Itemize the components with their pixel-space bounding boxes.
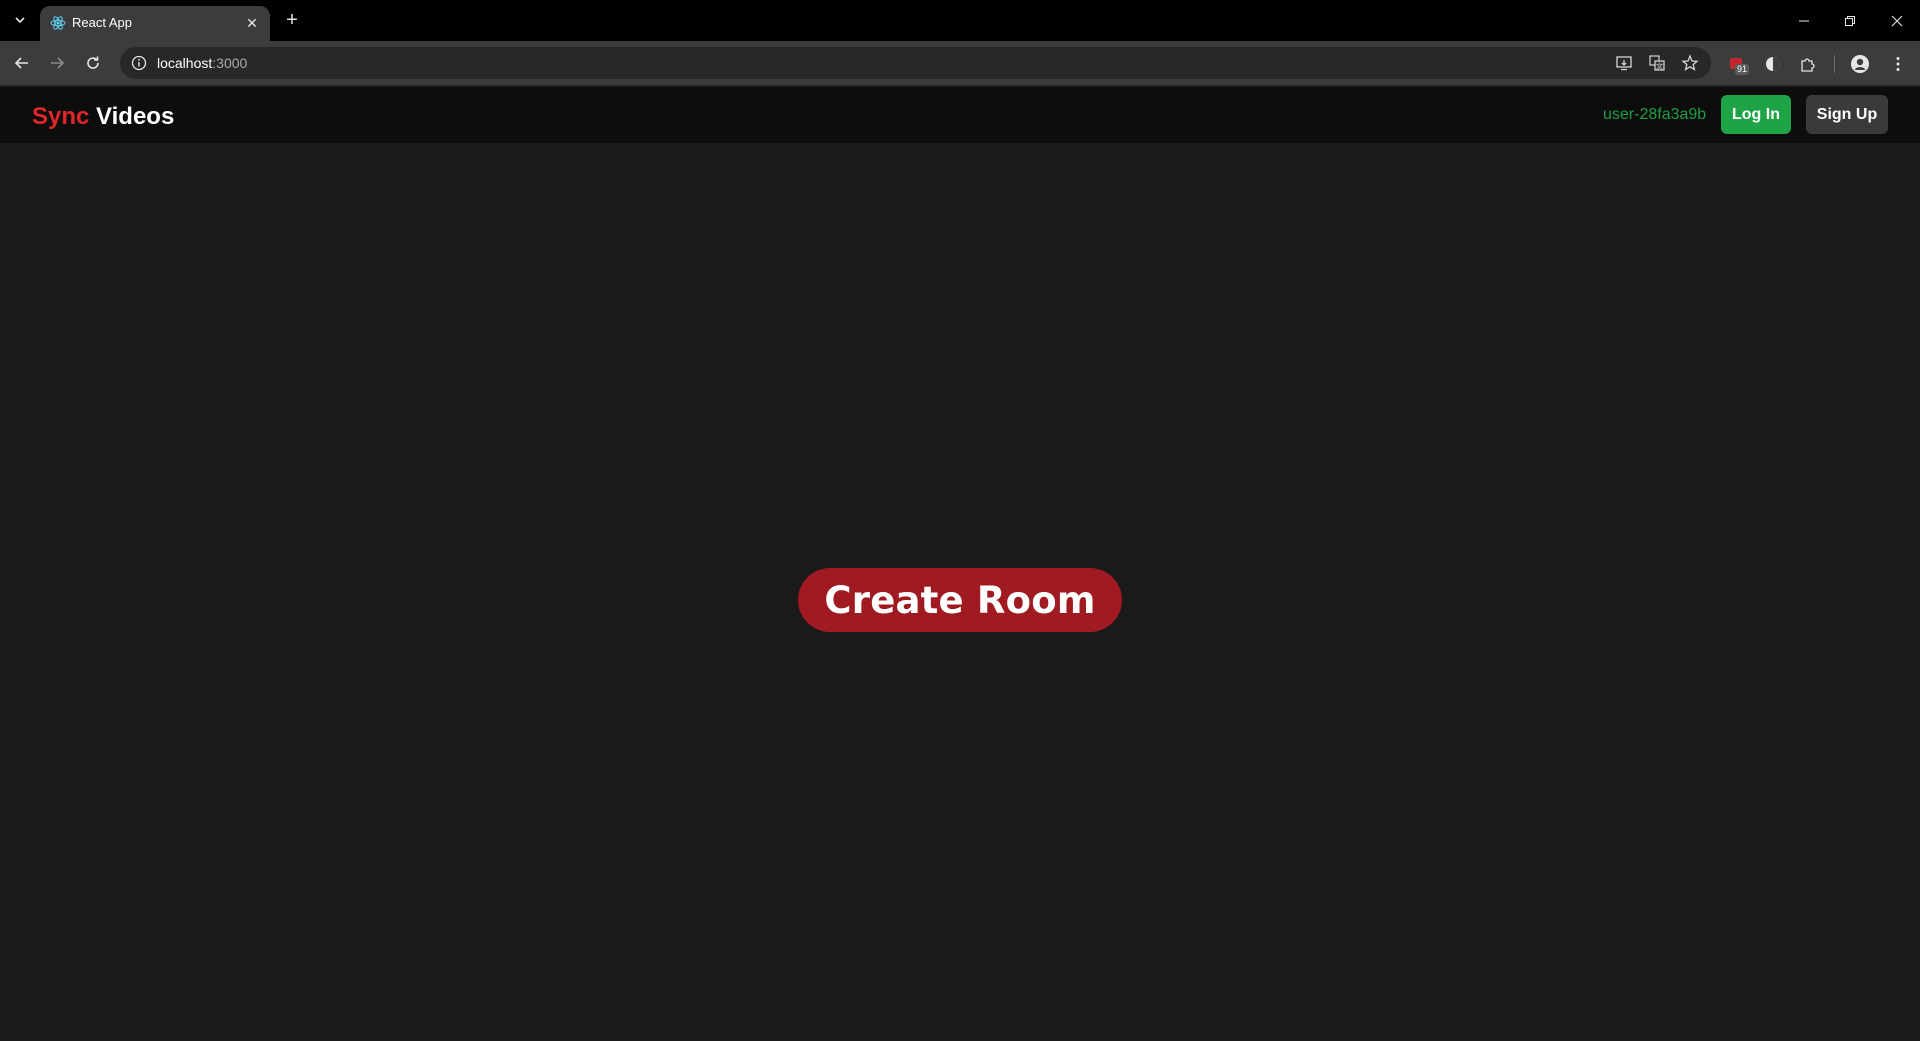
- reload-icon[interactable]: [79, 49, 107, 77]
- browser-toolbar: localhost:3000 文 91: [0, 41, 1920, 86]
- tab-close-icon[interactable]: ✕: [242, 13, 262, 33]
- tab-title: React App: [72, 15, 132, 30]
- profile-icon[interactable]: [1850, 54, 1870, 74]
- app-header: Sync Videos user-28fa3a9b Log In Sign Up: [0, 87, 1920, 143]
- logo-sync-text: Sync: [32, 103, 90, 130]
- login-button[interactable]: Log In: [1721, 95, 1791, 134]
- signup-button[interactable]: Sign Up: [1806, 95, 1888, 134]
- install-app-icon[interactable]: [1614, 53, 1634, 73]
- extension-calendar-icon[interactable]: 91: [1727, 54, 1750, 75]
- svg-text:文: 文: [1656, 62, 1663, 71]
- forward-icon[interactable]: [43, 49, 71, 77]
- main-content: Create Room: [0, 143, 1920, 1041]
- react-logo-icon: [50, 15, 66, 31]
- logo-videos-text: Videos: [89, 103, 175, 130]
- create-room-button[interactable]: Create Room: [798, 568, 1122, 632]
- translate-icon[interactable]: 文: [1647, 53, 1667, 73]
- restore-icon[interactable]: [1827, 0, 1873, 41]
- app-logo[interactable]: Sync Videos: [32, 103, 174, 131]
- close-window-icon[interactable]: [1874, 0, 1920, 41]
- username-label: user-28fa3a9b: [1603, 106, 1707, 123]
- back-icon[interactable]: [8, 49, 36, 77]
- minimize-icon[interactable]: [1781, 0, 1827, 41]
- bookmark-star-icon[interactable]: [1680, 53, 1700, 73]
- toolbar-separator: [1834, 55, 1835, 73]
- extension-circle-icon[interactable]: [1763, 54, 1783, 74]
- url-text: localhost:3000: [157, 55, 248, 71]
- menu-kebab-icon[interactable]: [1888, 54, 1908, 74]
- browser-tab[interactable]: React App ✕: [40, 6, 270, 41]
- site-info-icon[interactable]: [130, 54, 148, 72]
- new-tab-icon[interactable]: +: [280, 8, 304, 32]
- browser-tabstrip: React App ✕ +: [0, 0, 1920, 41]
- extensions-puzzle-icon[interactable]: [1798, 54, 1818, 74]
- address-bar[interactable]: localhost:3000 文: [120, 47, 1711, 79]
- tab-search-icon[interactable]: [6, 8, 34, 32]
- extension-badge: 91: [1735, 64, 1750, 75]
